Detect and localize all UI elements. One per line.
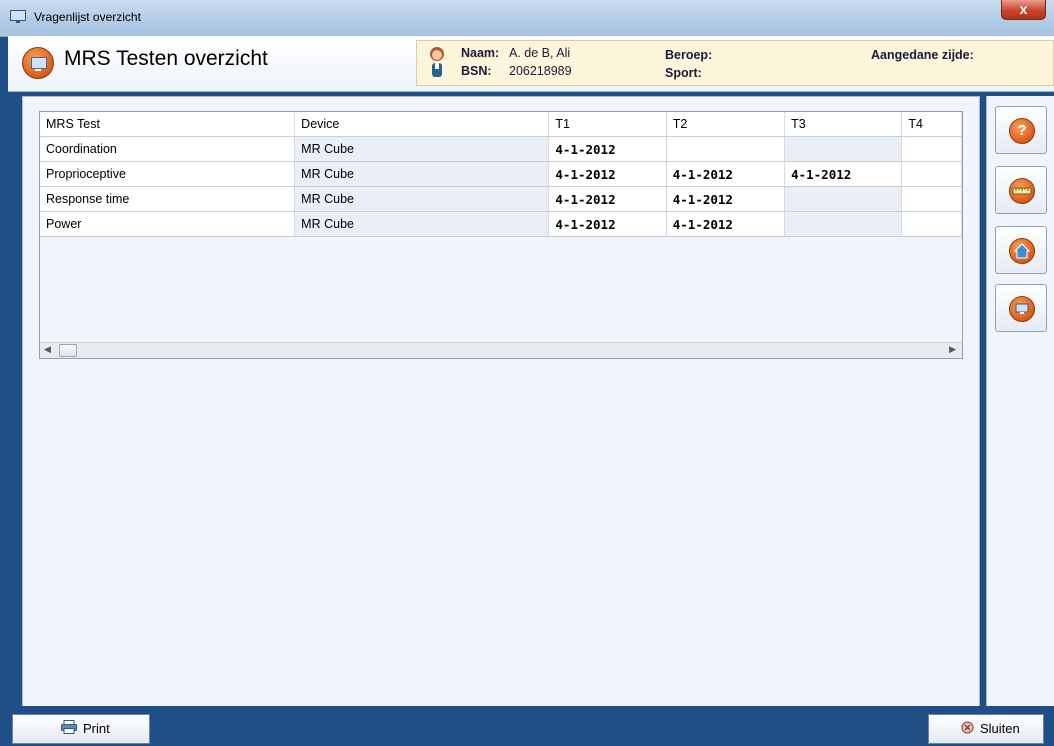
cell-t1[interactable]: 4-1-2012	[548, 211, 667, 237]
cell-t1[interactable]: 4-1-2012	[548, 161, 667, 187]
bottom-bar	[0, 706, 1054, 746]
table-row[interactable]: Coordination MR Cube 4-1-2012	[40, 136, 962, 162]
table-row[interactable]: Response time MR Cube 4-1-2012 4-1-2012	[40, 186, 962, 212]
column-header-device[interactable]: Device	[294, 112, 550, 137]
cell-t4[interactable]	[901, 161, 962, 187]
sport-label: Sport:	[665, 66, 702, 80]
printer-icon	[61, 716, 77, 744]
cell-t4[interactable]	[901, 186, 962, 212]
home-icon	[1009, 238, 1035, 264]
cell-device[interactable]: MR Cube	[294, 161, 550, 187]
window-title: Vragenlijst overzicht	[34, 10, 141, 24]
help-icon: ?	[1009, 118, 1035, 144]
monitor-icon	[1009, 296, 1035, 322]
help-button[interactable]: ?	[995, 106, 1047, 154]
right-toolbar: ?	[986, 96, 1054, 706]
mrs-test-table: MRS Test Device T1 T2 T3 T4 Coordination…	[40, 112, 962, 237]
column-header-t4[interactable]: T4	[901, 112, 962, 137]
scrollbar-thumb[interactable]	[59, 344, 77, 357]
close-button[interactable]: Sluiten	[928, 714, 1044, 744]
monitor-icon	[22, 47, 54, 79]
cell-t3[interactable]	[784, 211, 903, 237]
cell-t1[interactable]: 4-1-2012	[548, 186, 667, 212]
home-button[interactable]	[995, 226, 1047, 274]
cell-t2[interactable]	[666, 136, 786, 162]
scroll-right-arrow-icon[interactable]: ▶	[949, 344, 956, 355]
cell-t4[interactable]	[901, 136, 962, 162]
table-row[interactable]: Proprioceptive MR Cube 4-1-2012 4-1-2012…	[40, 161, 962, 187]
ruler-icon	[1009, 178, 1035, 204]
main-panel: MRS Test Device T1 T2 T3 T4 Coordination…	[22, 96, 980, 708]
overview-button[interactable]	[995, 284, 1047, 332]
cell-t3[interactable]	[784, 136, 903, 162]
page-title: MRS Testen overzicht	[64, 47, 268, 70]
table-header-row: MRS Test Device T1 T2 T3 T4	[40, 112, 962, 137]
app-icon	[10, 10, 26, 23]
measure-button[interactable]	[995, 166, 1047, 214]
scroll-left-arrow-icon[interactable]: ◀	[44, 344, 51, 355]
cell-test[interactable]: Coordination	[40, 136, 296, 162]
bsn-value: 206218989	[509, 64, 572, 78]
bsn-label: BSN:	[461, 64, 492, 78]
cell-t2[interactable]: 4-1-2012	[666, 186, 786, 212]
name-label: Naam:	[461, 46, 500, 60]
cell-test[interactable]: Proprioceptive	[40, 161, 296, 187]
cell-t3[interactable]	[784, 186, 903, 212]
cell-t4[interactable]	[901, 211, 962, 237]
cell-device[interactable]: MR Cube	[294, 136, 550, 162]
cell-test[interactable]: Response time	[40, 186, 296, 212]
page-header: MRS Testen overzicht Naam: A. de B, Ali …	[8, 36, 1054, 92]
column-header-mrs-test[interactable]: MRS Test	[40, 112, 296, 137]
cell-test[interactable]: Power	[40, 211, 296, 237]
window-titlebar: Vragenlijst overzicht x	[0, 0, 1054, 37]
patient-avatar-icon	[430, 47, 444, 77]
column-header-t3[interactable]: T3	[784, 112, 903, 137]
cell-t2[interactable]: 4-1-2012	[666, 211, 786, 237]
affected-side-label: Aangedane zijde:	[871, 48, 974, 62]
patient-info-panel: Naam: A. de B, Ali BSN: 206218989 Beroep…	[416, 40, 1054, 86]
window-close-button[interactable]: x	[1001, 0, 1046, 20]
cell-t2[interactable]: 4-1-2012	[666, 161, 786, 187]
column-header-t1[interactable]: T1	[548, 112, 667, 137]
cell-t1[interactable]: 4-1-2012	[548, 136, 667, 162]
print-label: Print	[83, 721, 110, 736]
horizontal-scrollbar[interactable]: ◀ ▶	[40, 342, 962, 358]
mrs-test-grid[interactable]: MRS Test Device T1 T2 T3 T4 Coordination…	[39, 111, 963, 359]
cell-device[interactable]: MR Cube	[294, 186, 550, 212]
close-circle-icon	[961, 716, 974, 744]
table-row[interactable]: Power MR Cube 4-1-2012 4-1-2012	[40, 211, 962, 237]
cell-t3[interactable]: 4-1-2012	[784, 161, 903, 187]
close-label: Sluiten	[980, 721, 1020, 736]
name-value: A. de B, Ali	[509, 46, 571, 60]
column-header-t2[interactable]: T2	[666, 112, 786, 137]
beroep-label: Beroep:	[665, 48, 713, 62]
print-button[interactable]: Print	[12, 714, 150, 744]
cell-device[interactable]: MR Cube	[294, 211, 550, 237]
